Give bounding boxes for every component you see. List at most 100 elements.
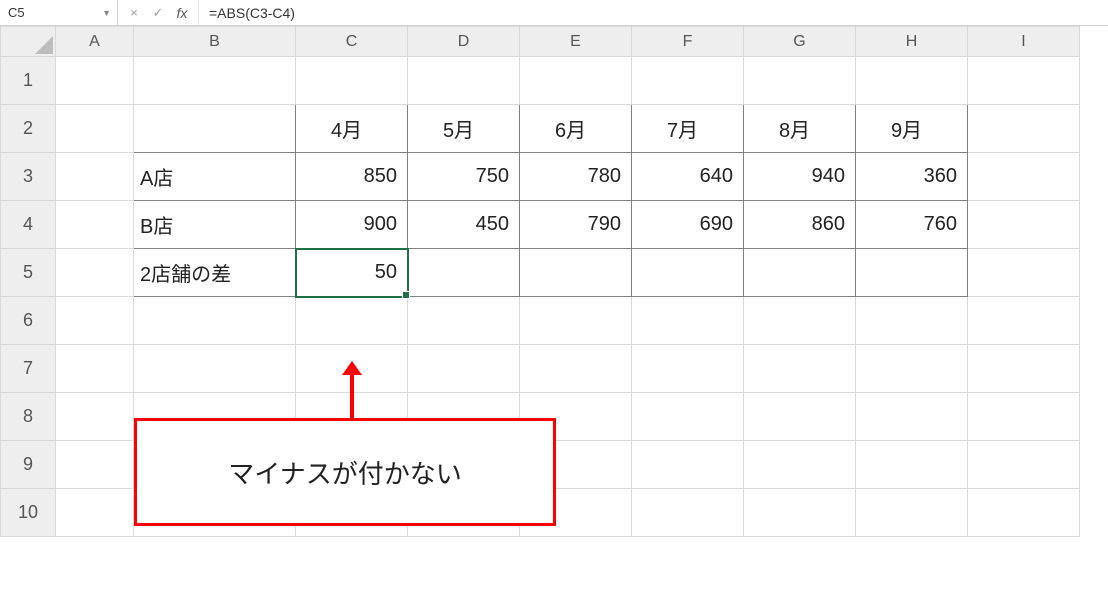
cell-storeA-9[interactable]: 360 (856, 153, 968, 201)
row-header-2[interactable]: 2 (1, 105, 56, 153)
cell-storeB-label[interactable]: B店 (134, 201, 296, 249)
row-header-10[interactable]: 10 (1, 489, 56, 537)
cell-month-7[interactable]: 7月 (632, 105, 744, 153)
cell[interactable] (856, 393, 968, 441)
cell[interactable] (56, 297, 134, 345)
cell-storeA-5[interactable]: 750 (408, 153, 520, 201)
cell[interactable] (632, 345, 744, 393)
row-header-9[interactable]: 9 (1, 441, 56, 489)
cell[interactable] (744, 57, 856, 105)
cell[interactable] (744, 345, 856, 393)
row-header-4[interactable]: 4 (1, 201, 56, 249)
cell[interactable] (56, 489, 134, 537)
cell-storeB-4[interactable]: 900 (296, 201, 408, 249)
cell[interactable] (856, 57, 968, 105)
cell[interactable] (134, 345, 296, 393)
cell[interactable] (968, 297, 1080, 345)
cell[interactable] (632, 393, 744, 441)
cell[interactable] (56, 249, 134, 297)
cell[interactable] (520, 57, 632, 105)
cell[interactable] (968, 441, 1080, 489)
cell[interactable] (744, 441, 856, 489)
cell[interactable] (56, 393, 134, 441)
col-header-D[interactable]: D (408, 27, 520, 57)
row-header-7[interactable]: 7 (1, 345, 56, 393)
cell[interactable] (56, 441, 134, 489)
row-header-6[interactable]: 6 (1, 297, 56, 345)
col-header-F[interactable]: F (632, 27, 744, 57)
cell[interactable] (56, 57, 134, 105)
formula-input[interactable]: =ABS(C3-C4) (199, 5, 1108, 21)
cell-month-8[interactable]: 8月 (744, 105, 856, 153)
cell-month-5[interactable]: 5月 (408, 105, 520, 153)
enter-icon[interactable]: ✓ (146, 5, 170, 21)
cell-month-4[interactable]: 4月 (296, 105, 408, 153)
cell[interactable] (968, 393, 1080, 441)
row-header-1[interactable]: 1 (1, 57, 56, 105)
cell-month-6[interactable]: 6月 (520, 105, 632, 153)
cell-diff-7[interactable] (632, 249, 744, 297)
name-box-dropdown-icon[interactable]: ▼ (102, 8, 111, 18)
cell[interactable] (408, 57, 520, 105)
cell-storeA-7[interactable]: 640 (632, 153, 744, 201)
row-header-5[interactable]: 5 (1, 249, 56, 297)
cell[interactable] (56, 201, 134, 249)
cell[interactable] (968, 105, 1080, 153)
cell[interactable] (408, 297, 520, 345)
cell[interactable] (632, 489, 744, 537)
cell-diff-8[interactable] (744, 249, 856, 297)
col-header-C[interactable]: C (296, 27, 408, 57)
cell[interactable] (296, 57, 408, 105)
cell-storeB-5[interactable]: 450 (408, 201, 520, 249)
cell[interactable] (744, 393, 856, 441)
cell-diff-9[interactable] (856, 249, 968, 297)
cell-C5-selected[interactable]: 50 (296, 249, 408, 297)
cell[interactable] (134, 57, 296, 105)
fx-icon[interactable]: fx (170, 5, 194, 21)
cell[interactable] (856, 489, 968, 537)
cell[interactable] (134, 105, 296, 153)
row-header-8[interactable]: 8 (1, 393, 56, 441)
cell-month-9[interactable]: 9月 (856, 105, 968, 153)
cell[interactable] (968, 489, 1080, 537)
cell-storeB-8[interactable]: 860 (744, 201, 856, 249)
cell[interactable] (632, 441, 744, 489)
select-all-corner[interactable] (1, 27, 56, 57)
cell[interactable] (968, 153, 1080, 201)
cell-storeA-4[interactable]: 850 (296, 153, 408, 201)
cell[interactable] (296, 297, 408, 345)
cell[interactable] (632, 57, 744, 105)
cell[interactable] (632, 297, 744, 345)
col-header-A[interactable]: A (56, 27, 134, 57)
cell[interactable] (968, 57, 1080, 105)
cell[interactable] (856, 441, 968, 489)
cell[interactable] (968, 345, 1080, 393)
cell[interactable] (56, 153, 134, 201)
cell-storeB-9[interactable]: 760 (856, 201, 968, 249)
cell[interactable] (856, 297, 968, 345)
cell[interactable] (56, 345, 134, 393)
cell-diff-6[interactable] (520, 249, 632, 297)
cell-storeB-6[interactable]: 790 (520, 201, 632, 249)
cell[interactable] (856, 345, 968, 393)
col-header-B[interactable]: B (134, 27, 296, 57)
cell[interactable] (968, 201, 1080, 249)
cell-diff-5[interactable] (408, 249, 520, 297)
cell[interactable] (56, 105, 134, 153)
cell[interactable] (968, 249, 1080, 297)
cell[interactable] (744, 489, 856, 537)
cell[interactable] (520, 345, 632, 393)
col-header-H[interactable]: H (856, 27, 968, 57)
cell[interactable] (408, 345, 520, 393)
row-header-3[interactable]: 3 (1, 153, 56, 201)
name-box[interactable]: C5 ▼ (0, 0, 118, 25)
cell-storeA-label[interactable]: A店 (134, 153, 296, 201)
col-header-E[interactable]: E (520, 27, 632, 57)
cell-storeA-6[interactable]: 780 (520, 153, 632, 201)
col-header-G[interactable]: G (744, 27, 856, 57)
cell-diff-label[interactable]: 2店舗の差 (134, 249, 296, 297)
cell[interactable] (520, 297, 632, 345)
cell-storeA-8[interactable]: 940 (744, 153, 856, 201)
col-header-I[interactable]: I (968, 27, 1080, 57)
cell-storeB-7[interactable]: 690 (632, 201, 744, 249)
